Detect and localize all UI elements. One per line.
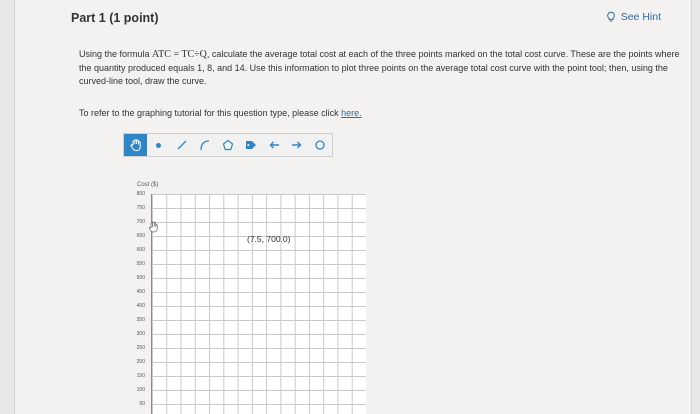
y-tick-label: 500 <box>136 275 145 281</box>
y-tick-label: 250 <box>136 345 145 351</box>
y-tick-label: 100 <box>136 387 145 393</box>
tutorial-reference: To refer to the graphing tutorial for th… <box>79 108 362 118</box>
y-tick-label: 300 <box>136 331 145 337</box>
see-hint-button[interactable]: See Hint <box>605 11 661 23</box>
y-tick-label: 150 <box>136 373 145 379</box>
hand-icon <box>130 139 141 152</box>
y-tick-label: 200 <box>136 359 145 365</box>
tutorial-text: To refer to the graphing tutorial for th… <box>79 108 342 118</box>
y-tick-label: 600 <box>136 247 145 253</box>
question-panel: Part 1 (1 point) See Hint Using the form… <box>14 0 692 414</box>
question-instructions: Using the formula ATC = TC÷Q, calculate … <box>79 48 685 89</box>
undo-tool-button[interactable] <box>262 134 285 156</box>
redo-tool-button[interactable] <box>285 134 308 156</box>
y-tick-label: 700 <box>136 219 145 225</box>
hand-tool-button[interactable] <box>124 134 147 156</box>
graph-toolbar <box>123 133 333 157</box>
y-tick-label: 50 <box>139 401 145 407</box>
line-icon <box>177 140 186 150</box>
y-tick-label: 450 <box>136 289 145 295</box>
instructions-text-1: Using the formula <box>79 49 153 59</box>
graph-grid[interactable] <box>151 194 366 414</box>
part-title: Part 1 (1 point) <box>71 11 159 25</box>
y-tick-label: 550 <box>136 261 145 267</box>
see-hint-label: See Hint <box>620 11 661 23</box>
polygon-icon <box>222 139 233 151</box>
y-tick-label: 750 <box>136 205 145 211</box>
reset-tool-button[interactable] <box>308 134 331 156</box>
lightbulb-icon <box>606 11 615 22</box>
y-axis-title: Cost ($) <box>137 182 159 188</box>
hand-cursor-icon <box>148 221 158 233</box>
y-tick-label: 350 <box>136 317 145 323</box>
y-tick-label: 800 <box>136 191 145 197</box>
graph-area[interactable]: Cost ($) 800 750 700 650 600 550 500 450 400 350 3… <box>115 176 375 414</box>
line-tool-button[interactable] <box>170 134 193 156</box>
polygon-tool-button[interactable] <box>216 134 239 156</box>
reset-icon <box>314 140 325 150</box>
undo-arrow-icon <box>269 141 279 149</box>
y-tick-label: 400 <box>136 303 145 309</box>
point-coordinate-label: (7.5, 700.0) <box>247 234 291 244</box>
redo-arrow-icon <box>291 141 301 149</box>
y-tick-label: 650 <box>136 233 145 239</box>
point-tool-button[interactable] <box>147 134 170 156</box>
curve-icon <box>199 140 209 151</box>
curve-tool-button[interactable] <box>193 134 216 156</box>
point-icon <box>156 142 161 148</box>
tag-icon <box>245 141 256 149</box>
label-tool-button[interactable] <box>239 134 262 156</box>
atc-formula: ATC = TC÷Q <box>152 49 207 60</box>
tutorial-link[interactable]: here. <box>341 108 362 118</box>
